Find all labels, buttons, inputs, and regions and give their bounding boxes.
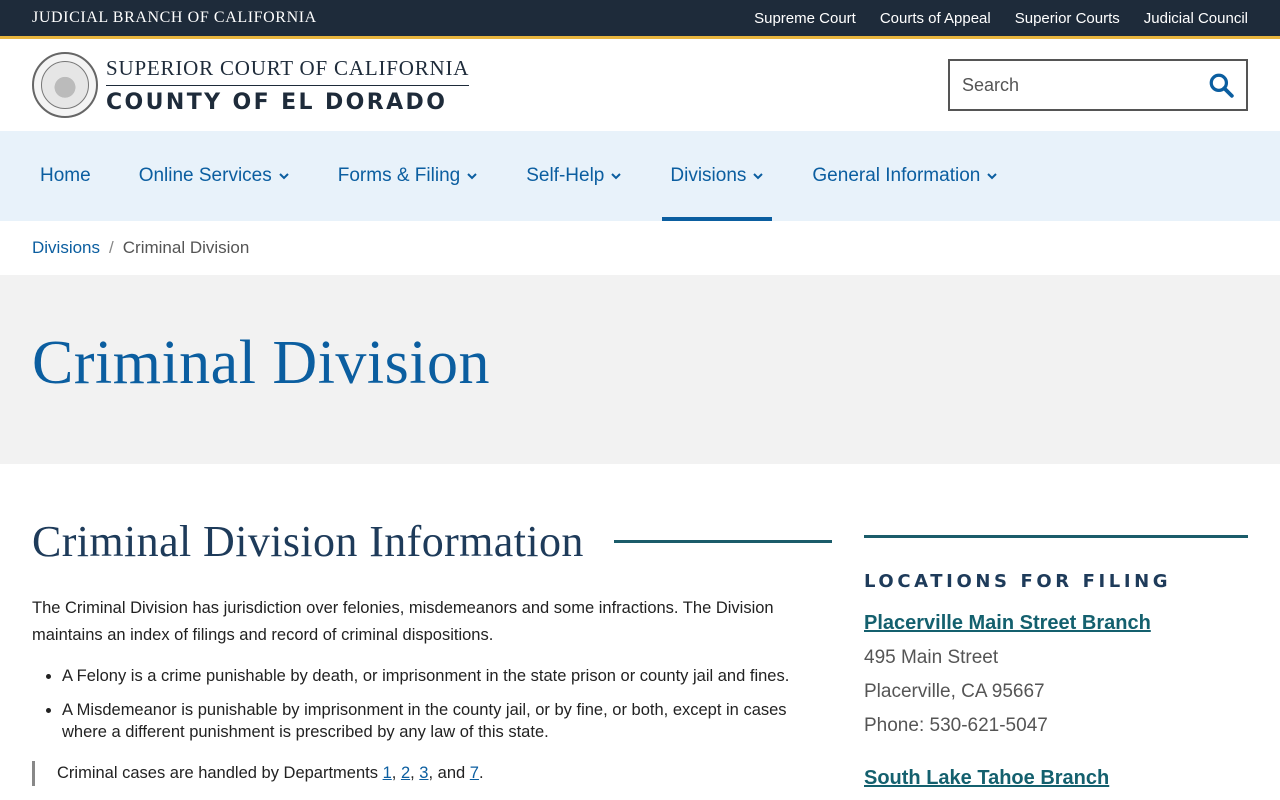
department-7-link[interactable]: 7 (470, 764, 479, 782)
link-superior-courts[interactable]: Superior Courts (1015, 10, 1120, 27)
chevron-down-icon (753, 173, 764, 180)
section-divider (613, 540, 832, 543)
nav-forms-filing[interactable]: Forms & Filing (330, 131, 486, 221)
list-item-misdemeanor: A Misdemeanor is punishable by imprisonm… (62, 699, 832, 743)
page-content: Criminal Division Information The Crimin… (0, 464, 1280, 790)
nav-online-services-label: Online Services (138, 165, 272, 186)
top-utility-bar: JUDICIAL BRANCH OF CALIFORNIA Supreme Co… (0, 0, 1280, 39)
link-judicial-council[interactable]: Judicial Council (1144, 10, 1248, 27)
callout-comma: , (410, 764, 420, 782)
breadcrumb: Divisions / Criminal Division (0, 221, 1280, 275)
location-card: South Lake Tahoe Branch (864, 767, 1248, 790)
callout-prefix: Criminal cases are handled by Department… (57, 764, 383, 782)
definition-list: A Felony is a crime punishable by death,… (32, 665, 832, 743)
nav-divisions-label: Divisions (670, 165, 747, 186)
judicial-branch-label[interactable]: JUDICIAL BRANCH OF CALIFORNIA (32, 9, 317, 27)
breadcrumb-current: Criminal Division (122, 238, 250, 257)
location-card: Placerville Main Street Branch 495 Main … (864, 612, 1248, 737)
court-logo[interactable]: SUPERIOR COURT OF CALIFORNIA COUNTY OF E… (32, 52, 470, 118)
main-column: Criminal Division Information The Crimin… (32, 516, 832, 790)
callout-comma: , (391, 764, 401, 782)
link-supreme-court[interactable]: Supreme Court (754, 10, 856, 27)
search-icon[interactable] (1208, 72, 1234, 98)
nav-self-help[interactable]: Self-Help (518, 131, 630, 221)
departments-callout: Criminal cases are handled by Department… (32, 761, 832, 786)
breadcrumb-divisions[interactable]: Divisions (32, 238, 100, 258)
location-address-line2: Placerville, CA 95667 (864, 681, 1045, 702)
nav-general-information-label: General Information (812, 165, 981, 186)
logo-court-name: SUPERIOR COURT OF CALIFORNIA (106, 56, 470, 86)
logo-text: SUPERIOR COURT OF CALIFORNIA COUNTY OF E… (106, 56, 470, 115)
callout-and: , and (428, 764, 470, 782)
nav-self-help-label: Self-Help (526, 165, 605, 186)
link-courts-of-appeal[interactable]: Courts of Appeal (880, 10, 991, 27)
location-link-south-lake-tahoe[interactable]: South Lake Tahoe Branch (864, 767, 1248, 790)
page-title: Criminal Division (32, 329, 490, 397)
nav-home[interactable]: Home (32, 131, 99, 221)
callout-suffix: . (478, 764, 484, 782)
nav-home-label: Home (40, 165, 91, 186)
intro-paragraph: The Criminal Division has jurisdiction o… (32, 599, 774, 644)
page-hero: Criminal Division (0, 275, 1280, 464)
search-input[interactable] (962, 74, 1192, 96)
nav-forms-filing-label: Forms & Filing (337, 165, 461, 186)
chevron-down-icon (279, 173, 289, 180)
department-1-link[interactable]: 1 (383, 764, 392, 782)
department-2-link[interactable]: 2 (401, 764, 410, 782)
locations-sidebar: LOCATIONS FOR FILING Placerville Main St… (864, 516, 1248, 790)
location-link-placerville[interactable]: Placerville Main Street Branch (864, 612, 1248, 635)
nav-divisions[interactable]: Divisions (662, 131, 773, 221)
section-heading: Criminal Division Information (32, 517, 584, 566)
chevron-down-icon (611, 173, 622, 180)
sidebar-divider (864, 535, 1248, 538)
breadcrumb-separator: / (109, 238, 114, 257)
location-phone: Phone: 530-621-5047 (864, 715, 1048, 736)
search-box (948, 59, 1248, 111)
location-address-line1: 495 Main Street (864, 647, 999, 668)
chevron-down-icon (987, 173, 998, 180)
locations-heading: LOCATIONS FOR FILING (864, 571, 1172, 592)
nav-online-services[interactable]: Online Services (131, 131, 298, 221)
main-navigation: Home Online Services Forms & Filing Self… (0, 131, 1280, 221)
section-header: Criminal Division Information (32, 516, 832, 567)
site-header: SUPERIOR COURT OF CALIFORNIA COUNTY OF E… (0, 39, 1280, 131)
top-links: Supreme Court Courts of Appeal Superior … (754, 10, 1248, 27)
logo-county-name: COUNTY OF EL DORADO (106, 89, 448, 115)
chevron-down-icon (467, 173, 477, 180)
court-seal-icon (32, 52, 98, 118)
list-item-felony: A Felony is a crime punishable by death,… (62, 665, 832, 687)
nav-general-information[interactable]: General Information (804, 131, 1006, 221)
